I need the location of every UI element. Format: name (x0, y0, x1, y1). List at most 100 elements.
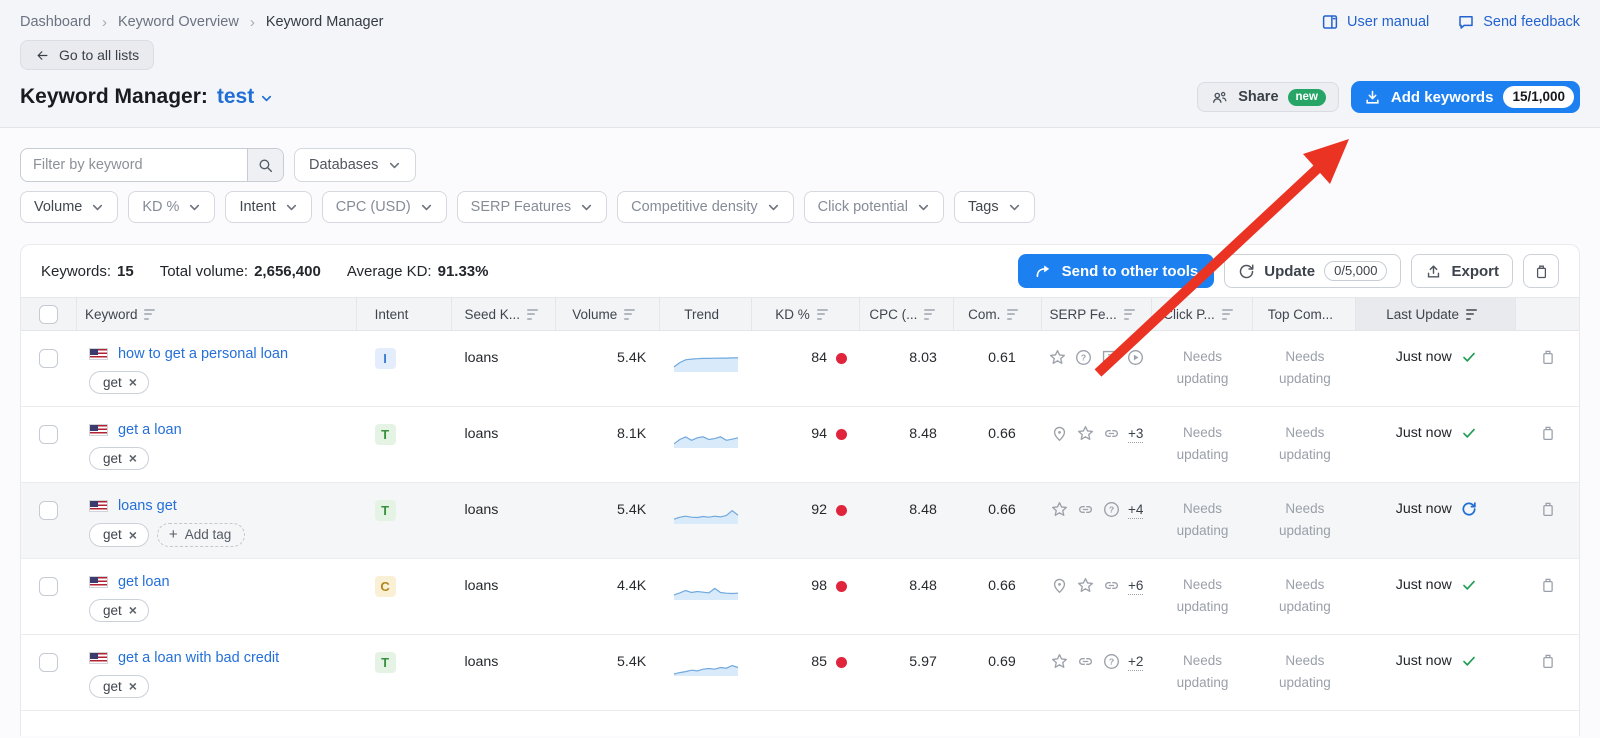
filter-competitive-density[interactable]: Competitive density (617, 191, 794, 223)
keyword-tag[interactable]: get × (88, 523, 149, 547)
filter-volume[interactable]: Volume (20, 191, 119, 223)
keyword-link[interactable]: get loan (118, 574, 170, 590)
keyword-link[interactable]: how to get a personal loan (118, 346, 288, 362)
trend-sparkline (660, 483, 752, 558)
column-header-kd[interactable]: KD % (752, 298, 860, 330)
com-value: 0.61 (988, 350, 1016, 366)
keyword-link[interactable]: get a loan with bad credit (118, 650, 279, 666)
link-icon (1102, 576, 1121, 595)
breadcrumb-keyword-overview[interactable]: Keyword Overview (118, 14, 239, 30)
keyword-link[interactable]: loans get (118, 498, 177, 514)
column-header-trend[interactable]: Trend (660, 298, 753, 330)
top-competitors-status: Needs updating (1278, 425, 1331, 462)
remove-tag-icon[interactable]: × (129, 678, 137, 694)
sort-icon (924, 308, 936, 320)
row-checkbox[interactable] (39, 577, 58, 596)
volume-value: 5.4K (617, 654, 647, 670)
column-header-intent[interactable]: Intent (357, 298, 453, 330)
search-button[interactable] (247, 149, 283, 181)
refresh-icon (1240, 264, 1254, 278)
last-update-value: Just now (1395, 653, 1452, 669)
people-icon (1213, 91, 1227, 103)
serp-more-link[interactable]: +2 (1127, 653, 1144, 671)
column-header-serp[interactable]: SERP Fe... (1042, 298, 1152, 330)
kd-difficulty-dot (835, 656, 847, 668)
sort-icon (816, 308, 828, 320)
top-competitors-status: Needs updating (1278, 349, 1331, 386)
chevron-down-icon (188, 201, 201, 214)
filter-serp-features[interactable]: SERP Features (456, 191, 608, 223)
row-checkbox[interactable] (39, 501, 58, 520)
filter-click-potential[interactable]: Click potential (803, 191, 944, 223)
remove-tag-icon[interactable]: × (129, 374, 137, 390)
seed-keyword: loans (464, 578, 499, 594)
row-delete-button[interactable] (1539, 500, 1557, 518)
chat-question-icon: ? (1100, 348, 1119, 367)
row-checkbox[interactable] (39, 653, 58, 672)
select-all-checkbox[interactable] (39, 304, 58, 324)
column-header-click[interactable]: Click P... (1152, 298, 1254, 330)
serp-more-link[interactable]: +4 (1127, 501, 1144, 519)
user-manual-link[interactable]: User manual (1321, 13, 1429, 31)
update-button[interactable]: Update 0/5,000 (1224, 254, 1402, 288)
send-feedback-link[interactable]: Send feedback (1457, 13, 1580, 31)
keywords-count: 15 (117, 262, 134, 280)
remove-tag-icon[interactable]: × (129, 527, 137, 543)
breadcrumb: Dashboard › Keyword Overview › Keyword M… (20, 14, 383, 31)
keyword-tag[interactable]: get × (88, 371, 149, 394)
list-selector[interactable]: test (217, 85, 274, 109)
row-delete-button[interactable] (1539, 652, 1557, 670)
export-button[interactable]: Export (1411, 254, 1513, 288)
trend-sparkline (660, 635, 752, 710)
kd-value: 94 (811, 426, 827, 442)
keyword-filter-input[interactable] (21, 149, 247, 181)
keyword-tag[interactable]: get × (88, 447, 149, 470)
export-icon (1428, 264, 1440, 278)
go-to-all-lists-button[interactable]: Go to all lists (20, 40, 155, 70)
keyword-tag[interactable]: get × (88, 599, 149, 622)
keyword-tag[interactable]: get × (88, 675, 149, 698)
remove-tag-icon[interactable]: × (129, 450, 137, 466)
add-keywords-button[interactable]: Add keywords 15/1,000 (1350, 81, 1580, 113)
column-header-last[interactable]: Last Update (1356, 298, 1517, 330)
column-header-volume[interactable]: Volume (556, 298, 661, 330)
share-button[interactable]: Share new (1197, 82, 1339, 112)
row-delete-button[interactable] (1539, 348, 1557, 366)
column-header-seed[interactable]: Seed K... (452, 298, 557, 330)
link-icon (1076, 500, 1095, 519)
update-quota-badge: 0/5,000 (1324, 261, 1388, 281)
chevron-down-icon (580, 201, 593, 214)
breadcrumb-separator: › (101, 13, 107, 31)
refresh-icon (1461, 501, 1477, 517)
filter-intent[interactable]: Intent (225, 191, 312, 223)
column-header-top[interactable]: Top Com... (1253, 298, 1357, 330)
sort-icon (144, 308, 156, 320)
column-header-keyword[interactable]: Keyword (77, 298, 357, 330)
filter-tags[interactable]: Tags (953, 191, 1035, 223)
kd-value: 98 (811, 578, 827, 594)
column-header-com[interactable]: Com. (954, 298, 1042, 330)
row-delete-button[interactable] (1539, 424, 1557, 442)
breadcrumb-dashboard[interactable]: Dashboard (20, 14, 91, 30)
new-badge: new (1287, 88, 1326, 106)
filter-cpc-usd[interactable]: CPC (USD) (321, 191, 447, 223)
row-delete-button[interactable] (1539, 576, 1557, 594)
add-tag-button[interactable]: + Add tag (156, 523, 246, 547)
send-to-other-tools-button[interactable]: Send to other tools (1017, 254, 1215, 288)
serp-more-link[interactable]: +3 (1127, 425, 1144, 443)
databases-dropdown[interactable]: Databases (294, 148, 417, 182)
sort-icon (624, 308, 636, 320)
row-checkbox[interactable] (39, 349, 58, 368)
filter-kd[interactable]: KD % (128, 191, 216, 223)
chevron-down-icon (285, 201, 298, 214)
keyword-link[interactable]: get a loan (118, 422, 182, 438)
serp-features-cell: +3 (1042, 407, 1152, 482)
row-checkbox[interactable] (39, 425, 58, 444)
serp-more-link[interactable]: +6 (1127, 577, 1144, 595)
remove-tag-icon[interactable]: × (129, 602, 137, 618)
star-icon (1076, 576, 1095, 595)
column-header-cpc[interactable]: CPC (... (860, 298, 954, 330)
delete-list-button[interactable] (1523, 254, 1559, 288)
trend-sparkline (660, 559, 752, 634)
kd-difficulty-dot (835, 352, 847, 364)
